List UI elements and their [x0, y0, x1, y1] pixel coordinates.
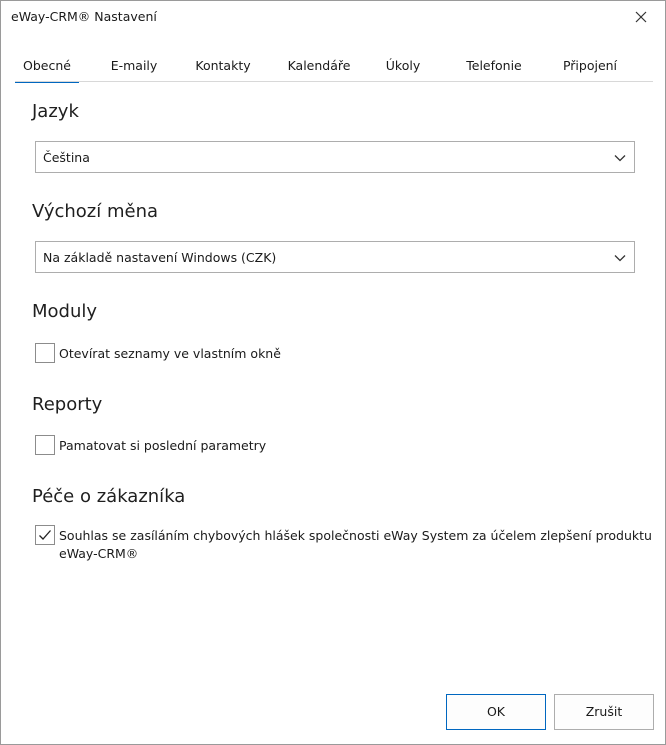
customer-care-heading: Péče o zákazníka	[32, 486, 186, 507]
language-selected: Čeština	[43, 150, 90, 165]
modules-option-label: Otevírat seznamy ve vlastním okně	[59, 346, 281, 361]
tab-bar: Obecné E-maily Kontakty Kalendáře Úkoly …	[15, 49, 653, 83]
customer-care-checkbox[interactable]	[35, 525, 55, 545]
chevron-down-icon	[613, 250, 627, 264]
cancel-button[interactable]: Zrušit	[554, 694, 654, 730]
modules-heading: Moduly	[32, 301, 98, 322]
reports-option-label: Pamatovat si poslední parametry	[59, 438, 267, 453]
language-heading: Jazyk	[32, 101, 79, 122]
settings-dialog: eWay-CRM® Nastavení Obecné E-maily Konta…	[0, 0, 666, 745]
tab-telephony[interactable]: Telefonie	[459, 49, 529, 82]
currency-heading: Výchozí měna	[32, 201, 159, 222]
chevron-down-icon	[613, 150, 627, 164]
reports-heading: Reporty	[32, 394, 103, 415]
tab-emails[interactable]: E-maily	[103, 49, 165, 82]
reports-checkbox[interactable]	[35, 435, 55, 455]
close-icon[interactable]	[631, 7, 651, 27]
customer-care-option-line2: eWay-CRM®	[59, 546, 139, 561]
tab-divider	[15, 81, 653, 82]
currency-dropdown[interactable]: Na základě nastavení Windows (CZK)	[35, 241, 635, 273]
window-title: eWay-CRM® Nastavení	[11, 9, 157, 24]
language-dropdown[interactable]: Čeština	[35, 141, 635, 173]
ok-button[interactable]: OK	[446, 694, 546, 730]
tab-connection[interactable]: Připojení	[555, 49, 625, 82]
title-bar: eWay-CRM® Nastavení	[1, 1, 665, 35]
checkmark-icon	[39, 530, 51, 540]
customer-care-option-label: Souhlas se zasíláním chybových hlášek sp…	[59, 527, 659, 563]
currency-selected: Na základě nastavení Windows (CZK)	[43, 250, 277, 265]
tab-general[interactable]: Obecné	[15, 49, 79, 83]
customer-care-option-line1: Souhlas se zasíláním chybových hlášek sp…	[59, 528, 652, 543]
tab-calendars[interactable]: Kalendáře	[281, 49, 357, 82]
tab-tasks[interactable]: Úkoly	[381, 49, 425, 82]
modules-checkbox[interactable]	[35, 343, 55, 363]
tab-contacts[interactable]: Kontakty	[189, 49, 257, 82]
